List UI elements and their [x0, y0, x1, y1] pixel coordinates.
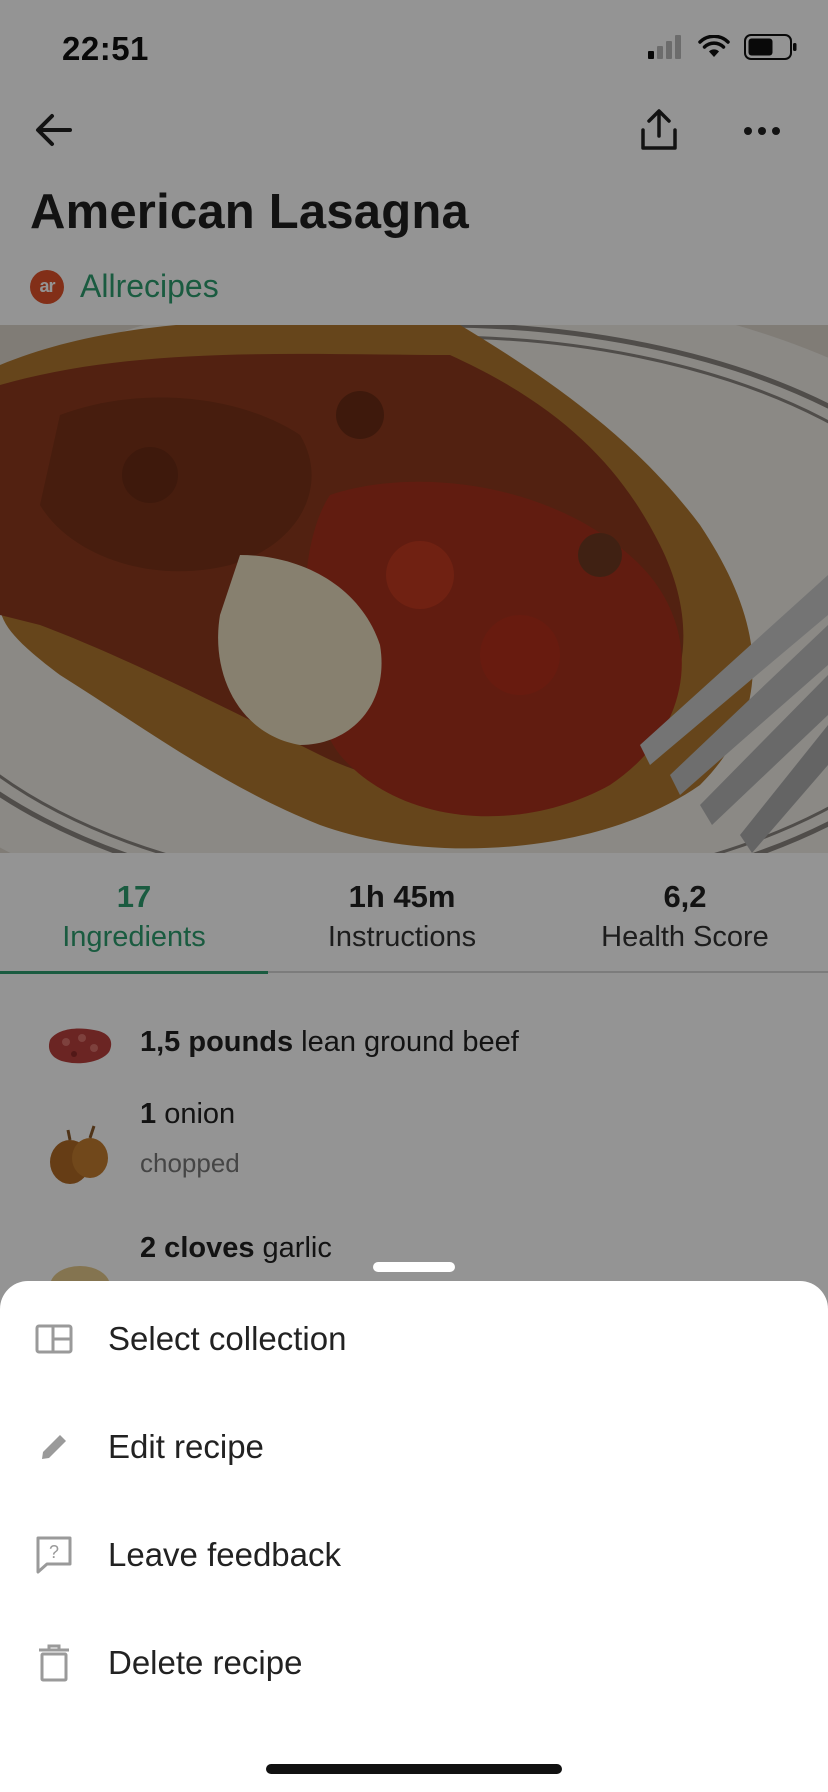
pencil-icon: [34, 1427, 74, 1467]
edit-recipe-button[interactable]: Edit recipe: [0, 1397, 828, 1497]
recipe-screen: 22:51 American Lasagna ar Allrecipes 17 …: [0, 0, 828, 1792]
delete-recipe-button[interactable]: Delete recipe: [0, 1613, 828, 1713]
trash-icon: [34, 1643, 74, 1683]
feedback-icon: ?: [34, 1535, 74, 1575]
select-collection-label: Select collection: [108, 1320, 347, 1357]
leave-feedback-label: Leave feedback: [108, 1536, 342, 1573]
delete-recipe-label: Delete recipe: [108, 1644, 303, 1681]
action-sheet: Select collection Edit recipe ? Leave fe…: [0, 1281, 828, 1792]
leave-feedback-button[interactable]: ? Leave feedback: [0, 1505, 828, 1605]
collection-icon: [34, 1319, 74, 1359]
svg-text:?: ?: [49, 1542, 59, 1562]
home-indicator[interactable]: [266, 1764, 562, 1774]
select-collection-button[interactable]: Select collection: [0, 1289, 828, 1389]
sheet-drag-handle[interactable]: [373, 1262, 455, 1272]
edit-recipe-label: Edit recipe: [108, 1428, 264, 1465]
